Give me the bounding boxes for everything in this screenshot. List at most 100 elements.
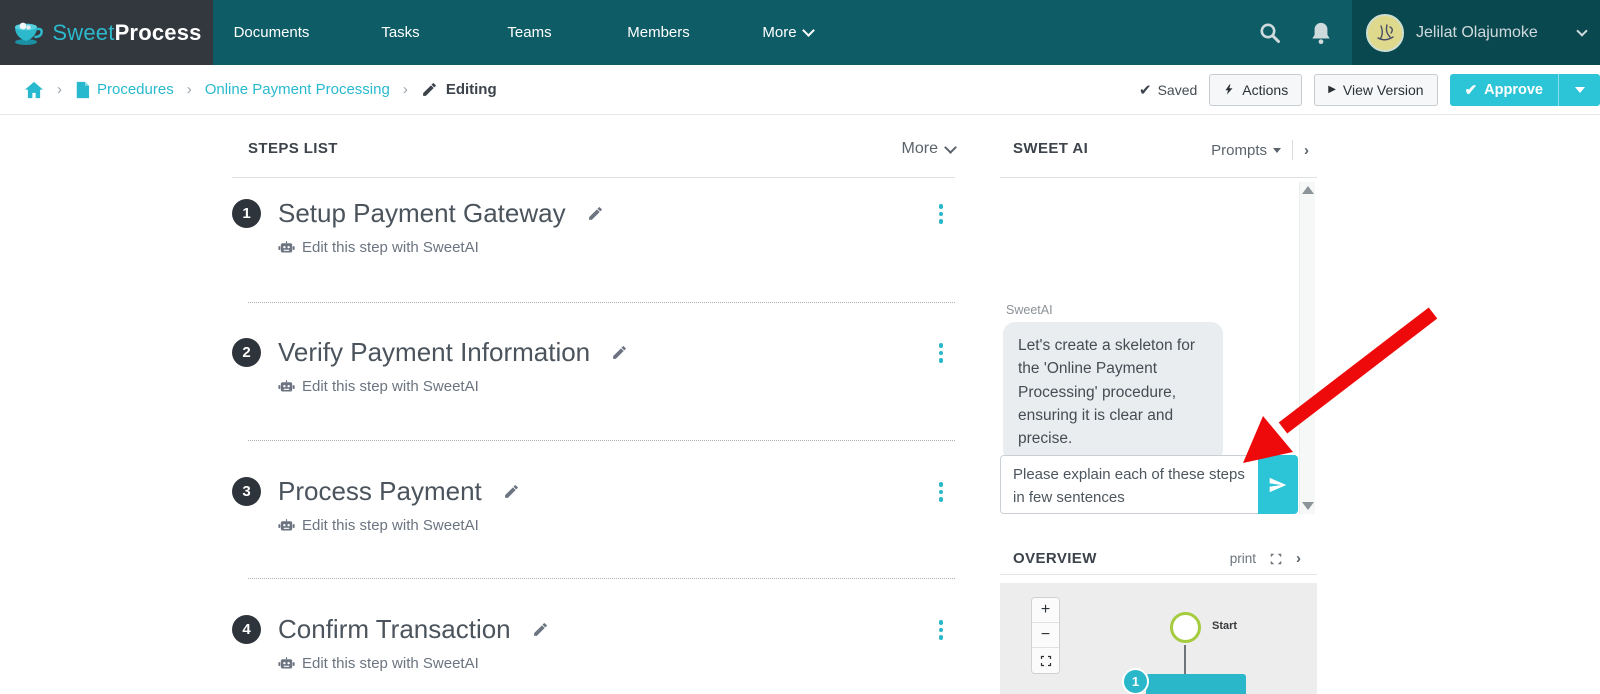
caret-down-icon xyxy=(1574,86,1585,93)
chevron-down-icon xyxy=(1576,25,1588,37)
scroll-up-arrow[interactable] xyxy=(1302,186,1314,194)
zoom-controls: + − xyxy=(1031,597,1060,674)
chat-input-row: Please explain each of these steps in fe… xyxy=(1000,455,1298,514)
saved-status: ✔ Saved xyxy=(1139,81,1198,99)
actions-button[interactable]: Actions xyxy=(1209,73,1303,106)
step-separator xyxy=(248,302,955,303)
top-navbar: SweetProcess Documents Tasks Teams Membe… xyxy=(0,0,1600,65)
step-options-menu[interactable] xyxy=(935,200,948,228)
overview-header: OVERVIEW print › xyxy=(1000,543,1317,575)
robot-icon xyxy=(278,519,295,531)
user-menu[interactable]: Jelilat Olajumoke xyxy=(1352,0,1600,65)
approve-button[interactable]: ✔ Approve xyxy=(1449,73,1558,106)
edit-title-pencil-icon[interactable] xyxy=(503,483,520,500)
edit-title-pencil-icon[interactable] xyxy=(587,205,604,222)
robot-icon xyxy=(278,380,295,392)
send-button[interactable] xyxy=(1258,455,1298,514)
brand-wordmark: SweetProcess xyxy=(52,19,202,45)
edit-step-with-sweetai[interactable]: Edit this step with SweetAI xyxy=(278,239,955,256)
nav-item-teams[interactable]: Teams xyxy=(465,0,594,65)
nav-item-members[interactable]: Members xyxy=(594,0,723,65)
steps-list-section: STEPS LIST More 1 Setup Payment Gateway … xyxy=(232,140,957,694)
edit-step-with-sweetai[interactable]: Edit this step with SweetAI xyxy=(278,655,955,672)
flowchart-step-node-badge[interactable]: 1 xyxy=(1122,668,1149,694)
sweet-ai-title: SWEET AI xyxy=(1013,140,1089,157)
step-options-menu[interactable] xyxy=(935,616,948,644)
robot-icon xyxy=(278,241,295,253)
step-row-1: 1 Setup Payment Gateway Edit this step w… xyxy=(232,198,955,256)
collapse-panel-chevron[interactable]: › xyxy=(1304,142,1317,159)
collapse-overview-chevron[interactable]: › xyxy=(1296,550,1309,567)
nav-item-more[interactable]: More xyxy=(723,0,852,65)
avatar xyxy=(1366,13,1404,52)
lightning-icon xyxy=(1225,84,1233,95)
edit-step-with-sweetai[interactable]: Edit this step with SweetAI xyxy=(278,517,955,534)
zoom-out-button[interactable]: − xyxy=(1032,623,1059,648)
ai-chat-message: Let's create a skeleton for the 'Online … xyxy=(1003,322,1223,463)
notifications-bell-icon[interactable] xyxy=(1310,21,1332,45)
step-title[interactable]: Confirm Transaction xyxy=(278,614,511,645)
approve-dropdown-toggle[interactable] xyxy=(1558,73,1600,106)
print-link[interactable]: print xyxy=(1230,551,1256,566)
overview-title: OVERVIEW xyxy=(1013,550,1097,567)
step-number-badge: 4 xyxy=(232,615,261,644)
zoom-in-button[interactable]: + xyxy=(1032,598,1059,623)
step-row-3: 3 Process Payment Edit this step with Sw… xyxy=(232,476,955,534)
chevron-down-icon xyxy=(801,24,815,37)
breadcrumb-procedure-name[interactable]: Online Payment Processing xyxy=(205,81,390,98)
scroll-down-arrow[interactable] xyxy=(1302,502,1314,510)
paper-plane-icon xyxy=(1269,477,1287,492)
steps-more-menu[interactable]: More xyxy=(902,140,957,158)
main-nav-menu: Documents Tasks Teams Members More xyxy=(207,0,852,65)
edit-step-with-sweetai[interactable]: Edit this step with SweetAI xyxy=(278,378,955,395)
flowchart-connector-arrow xyxy=(1180,645,1190,682)
play-icon: ▶ xyxy=(1328,84,1336,95)
edit-title-pencil-icon[interactable] xyxy=(532,621,549,638)
step-title[interactable]: Verify Payment Information xyxy=(278,337,590,368)
fit-screen-button[interactable] xyxy=(1032,648,1059,673)
home-icon[interactable] xyxy=(24,81,44,99)
flowchart-step-node-bar[interactable] xyxy=(1146,674,1246,694)
fullscreen-icon xyxy=(1040,655,1051,666)
flowchart-start-node[interactable] xyxy=(1170,612,1201,643)
step-options-menu[interactable] xyxy=(935,339,948,367)
nav-item-tasks[interactable]: Tasks xyxy=(336,0,465,65)
breadcrumb-editing-status: Editing xyxy=(421,81,497,98)
check-icon: ✔ xyxy=(1464,81,1478,99)
chevron-down-icon xyxy=(944,140,957,154)
chat-sender-label: SweetAI xyxy=(1006,303,1053,317)
step-separator xyxy=(248,578,955,579)
step-number-badge: 2 xyxy=(232,338,261,367)
sweet-ai-header: SWEET AI Prompts › xyxy=(1000,140,1317,178)
chat-input[interactable]: Please explain each of these steps in fe… xyxy=(1000,455,1258,514)
document-actions: ✔ Saved Actions ▶ View Version ✔ Approve xyxy=(1139,65,1600,114)
search-icon[interactable] xyxy=(1258,21,1282,45)
breadcrumb-bar: › Procedures › Online Payment Processing… xyxy=(0,65,1600,115)
flowchart-start-label: Start xyxy=(1212,620,1238,632)
nav-icon-group xyxy=(1258,0,1332,65)
sweetprocess-app: SweetProcess Documents Tasks Teams Membe… xyxy=(0,0,1600,694)
step-number-badge: 1 xyxy=(232,199,261,228)
edit-title-pencil-icon[interactable] xyxy=(611,344,628,361)
pencil-icon xyxy=(422,83,436,96)
step-options-menu[interactable] xyxy=(935,478,948,506)
divider xyxy=(1292,140,1293,160)
breadcrumb-separator: › xyxy=(402,81,408,98)
sweetprocess-logo[interactable]: SweetProcess xyxy=(0,0,213,65)
view-version-button[interactable]: ▶ View Version xyxy=(1314,73,1438,106)
breadcrumb-separator: › xyxy=(186,81,192,98)
nav-item-documents[interactable]: Documents xyxy=(207,0,336,65)
expand-icon[interactable] xyxy=(1269,552,1283,566)
step-number-badge: 3 xyxy=(232,477,261,506)
breadcrumb-procedures[interactable]: Procedures xyxy=(75,81,174,99)
step-title[interactable]: Setup Payment Gateway xyxy=(278,198,566,229)
chat-scrollbar[interactable] xyxy=(1299,182,1315,514)
step-separator xyxy=(248,440,955,441)
steps-list-title: STEPS LIST xyxy=(248,140,338,157)
caret-down-icon xyxy=(1273,147,1281,153)
document-icon xyxy=(76,81,90,98)
step-title[interactable]: Process Payment xyxy=(278,476,482,507)
breadcrumb: › Procedures › Online Payment Processing… xyxy=(24,65,497,114)
prompts-dropdown[interactable]: Prompts xyxy=(1211,142,1281,159)
check-icon: ✔ xyxy=(1139,81,1152,99)
